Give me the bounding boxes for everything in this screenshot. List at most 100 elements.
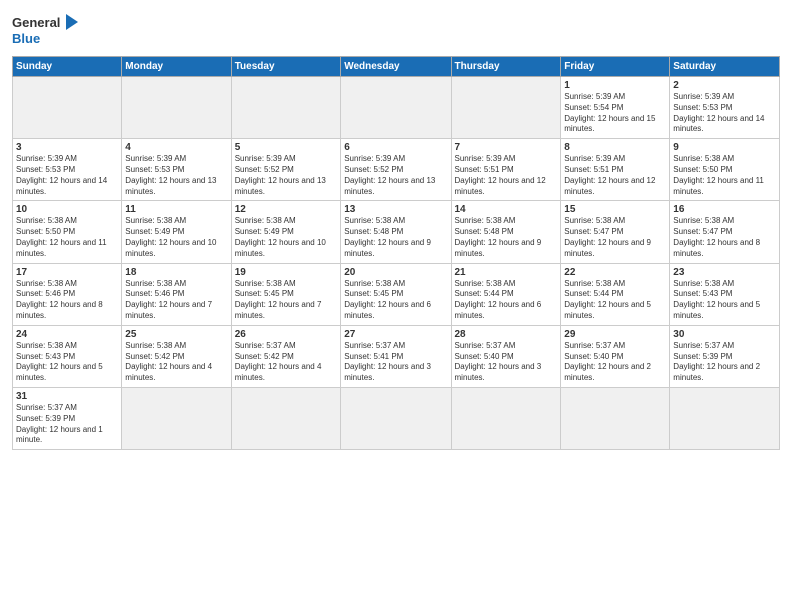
calendar-cell — [122, 77, 231, 139]
day-number: 16 — [673, 204, 776, 215]
day-info: Sunrise: 5:39 AMSunset: 5:51 PMDaylight:… — [564, 154, 666, 197]
calendar-cell: 12Sunrise: 5:38 AMSunset: 5:49 PMDayligh… — [231, 201, 341, 263]
calendar-cell: 15Sunrise: 5:38 AMSunset: 5:47 PMDayligh… — [561, 201, 670, 263]
day-info: Sunrise: 5:38 AMSunset: 5:44 PMDaylight:… — [564, 279, 666, 322]
calendar-cell: 18Sunrise: 5:38 AMSunset: 5:46 PMDayligh… — [122, 263, 231, 325]
day-info: Sunrise: 5:39 AMSunset: 5:53 PMDaylight:… — [16, 154, 118, 197]
calendar-cell: 24Sunrise: 5:38 AMSunset: 5:43 PMDayligh… — [13, 325, 122, 387]
header: General Blue — [12, 10, 780, 50]
day-number: 22 — [564, 267, 666, 278]
day-number: 26 — [235, 329, 338, 340]
day-number: 12 — [235, 204, 338, 215]
calendar-cell: 7Sunrise: 5:39 AMSunset: 5:51 PMDaylight… — [451, 139, 561, 201]
calendar-cell: 28Sunrise: 5:37 AMSunset: 5:40 PMDayligh… — [451, 325, 561, 387]
weekday-header-monday: Monday — [122, 57, 231, 77]
day-info: Sunrise: 5:38 AMSunset: 5:48 PMDaylight:… — [455, 216, 558, 259]
calendar-cell: 20Sunrise: 5:38 AMSunset: 5:45 PMDayligh… — [341, 263, 451, 325]
day-number: 13 — [344, 204, 447, 215]
calendar-cell: 9Sunrise: 5:38 AMSunset: 5:50 PMDaylight… — [670, 139, 780, 201]
calendar-week-1: 1Sunrise: 5:39 AMSunset: 5:54 PMDaylight… — [13, 77, 780, 139]
calendar-cell — [670, 387, 780, 449]
day-info: Sunrise: 5:39 AMSunset: 5:54 PMDaylight:… — [564, 92, 666, 135]
calendar-cell: 23Sunrise: 5:38 AMSunset: 5:43 PMDayligh… — [670, 263, 780, 325]
day-number: 29 — [564, 329, 666, 340]
day-number: 30 — [673, 329, 776, 340]
day-info: Sunrise: 5:38 AMSunset: 5:45 PMDaylight:… — [235, 279, 338, 322]
day-number: 10 — [16, 204, 118, 215]
calendar-cell: 1Sunrise: 5:39 AMSunset: 5:54 PMDaylight… — [561, 77, 670, 139]
day-info: Sunrise: 5:38 AMSunset: 5:46 PMDaylight:… — [16, 279, 118, 322]
calendar-cell: 29Sunrise: 5:37 AMSunset: 5:40 PMDayligh… — [561, 325, 670, 387]
calendar-cell: 3Sunrise: 5:39 AMSunset: 5:53 PMDaylight… — [13, 139, 122, 201]
weekday-header-sunday: Sunday — [13, 57, 122, 77]
weekday-header-wednesday: Wednesday — [341, 57, 451, 77]
calendar-cell: 6Sunrise: 5:39 AMSunset: 5:52 PMDaylight… — [341, 139, 451, 201]
day-number: 15 — [564, 204, 666, 215]
calendar-cell — [231, 77, 341, 139]
day-info: Sunrise: 5:38 AMSunset: 5:45 PMDaylight:… — [344, 279, 447, 322]
calendar-cell: 16Sunrise: 5:38 AMSunset: 5:47 PMDayligh… — [670, 201, 780, 263]
day-number: 17 — [16, 267, 118, 278]
day-info: Sunrise: 5:38 AMSunset: 5:44 PMDaylight:… — [455, 279, 558, 322]
calendar-cell — [341, 387, 451, 449]
day-info: Sunrise: 5:39 AMSunset: 5:52 PMDaylight:… — [344, 154, 447, 197]
calendar-cell — [231, 387, 341, 449]
day-info: Sunrise: 5:37 AMSunset: 5:42 PMDaylight:… — [235, 341, 338, 384]
calendar-week-2: 3Sunrise: 5:39 AMSunset: 5:53 PMDaylight… — [13, 139, 780, 201]
generalblue-logo: General Blue — [12, 10, 82, 50]
weekday-header-thursday: Thursday — [451, 57, 561, 77]
day-number: 6 — [344, 142, 447, 153]
day-number: 4 — [125, 142, 227, 153]
day-number: 9 — [673, 142, 776, 153]
day-number: 11 — [125, 204, 227, 215]
day-number: 27 — [344, 329, 447, 340]
day-number: 1 — [564, 80, 666, 91]
weekday-header-row: SundayMondayTuesdayWednesdayThursdayFrid… — [13, 57, 780, 77]
calendar-table: SundayMondayTuesdayWednesdayThursdayFrid… — [12, 56, 780, 450]
day-info: Sunrise: 5:37 AMSunset: 5:39 PMDaylight:… — [673, 341, 776, 384]
calendar-week-5: 24Sunrise: 5:38 AMSunset: 5:43 PMDayligh… — [13, 325, 780, 387]
day-info: Sunrise: 5:38 AMSunset: 5:48 PMDaylight:… — [344, 216, 447, 259]
calendar-cell: 26Sunrise: 5:37 AMSunset: 5:42 PMDayligh… — [231, 325, 341, 387]
weekday-header-tuesday: Tuesday — [231, 57, 341, 77]
day-info: Sunrise: 5:38 AMSunset: 5:46 PMDaylight:… — [125, 279, 227, 322]
day-number: 23 — [673, 267, 776, 278]
calendar-cell: 25Sunrise: 5:38 AMSunset: 5:42 PMDayligh… — [122, 325, 231, 387]
day-info: Sunrise: 5:38 AMSunset: 5:42 PMDaylight:… — [125, 341, 227, 384]
svg-text:General: General — [12, 15, 60, 30]
calendar-cell: 30Sunrise: 5:37 AMSunset: 5:39 PMDayligh… — [670, 325, 780, 387]
day-number: 18 — [125, 267, 227, 278]
calendar-cell — [451, 77, 561, 139]
calendar-cell: 14Sunrise: 5:38 AMSunset: 5:48 PMDayligh… — [451, 201, 561, 263]
calendar-cell: 11Sunrise: 5:38 AMSunset: 5:49 PMDayligh… — [122, 201, 231, 263]
day-info: Sunrise: 5:39 AMSunset: 5:52 PMDaylight:… — [235, 154, 338, 197]
calendar-cell: 10Sunrise: 5:38 AMSunset: 5:50 PMDayligh… — [13, 201, 122, 263]
weekday-header-friday: Friday — [561, 57, 670, 77]
calendar-cell: 8Sunrise: 5:39 AMSunset: 5:51 PMDaylight… — [561, 139, 670, 201]
calendar-week-3: 10Sunrise: 5:38 AMSunset: 5:50 PMDayligh… — [13, 201, 780, 263]
day-number: 5 — [235, 142, 338, 153]
calendar-cell: 17Sunrise: 5:38 AMSunset: 5:46 PMDayligh… — [13, 263, 122, 325]
day-number: 31 — [16, 391, 118, 402]
day-info: Sunrise: 5:38 AMSunset: 5:50 PMDaylight:… — [16, 216, 118, 259]
day-number: 25 — [125, 329, 227, 340]
day-number: 20 — [344, 267, 447, 278]
weekday-header-saturday: Saturday — [670, 57, 780, 77]
day-info: Sunrise: 5:38 AMSunset: 5:47 PMDaylight:… — [673, 216, 776, 259]
day-number: 14 — [455, 204, 558, 215]
day-info: Sunrise: 5:38 AMSunset: 5:49 PMDaylight:… — [235, 216, 338, 259]
day-info: Sunrise: 5:38 AMSunset: 5:47 PMDaylight:… — [564, 216, 666, 259]
calendar-page: General Blue SundayMondayTuesdayWednesda… — [0, 0, 792, 612]
day-info: Sunrise: 5:39 AMSunset: 5:51 PMDaylight:… — [455, 154, 558, 197]
calendar-cell — [122, 387, 231, 449]
calendar-cell: 27Sunrise: 5:37 AMSunset: 5:41 PMDayligh… — [341, 325, 451, 387]
calendar-cell — [13, 77, 122, 139]
day-number: 8 — [564, 142, 666, 153]
day-info: Sunrise: 5:38 AMSunset: 5:50 PMDaylight:… — [673, 154, 776, 197]
logo: General Blue — [12, 10, 82, 50]
calendar-cell: 13Sunrise: 5:38 AMSunset: 5:48 PMDayligh… — [341, 201, 451, 263]
day-info: Sunrise: 5:37 AMSunset: 5:40 PMDaylight:… — [455, 341, 558, 384]
day-info: Sunrise: 5:39 AMSunset: 5:53 PMDaylight:… — [125, 154, 227, 197]
svg-text:Blue: Blue — [12, 31, 40, 46]
calendar-cell — [341, 77, 451, 139]
